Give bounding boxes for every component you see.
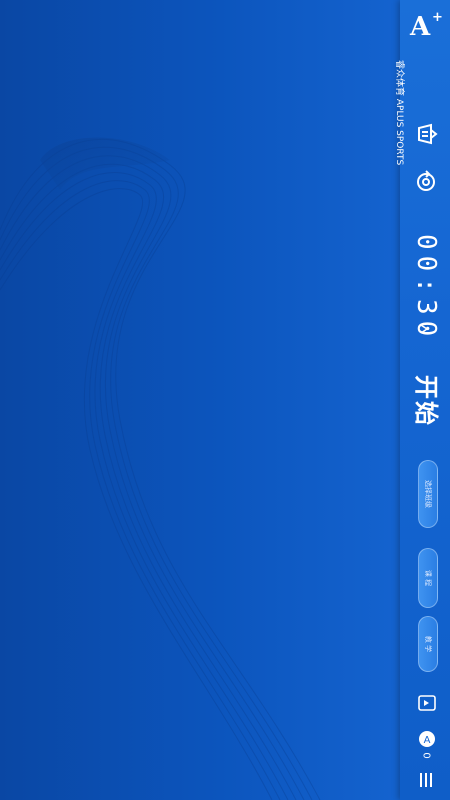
course-button[interactable]: 课 程 bbox=[418, 548, 438, 608]
select-class-label: 选择班级 bbox=[424, 480, 432, 508]
svg-text:A: A bbox=[424, 735, 431, 746]
select-class-button[interactable]: 选择班级 bbox=[418, 460, 438, 528]
logo-subtext: 睿众体育 APLUS SPORTS bbox=[394, 60, 404, 166]
menu-icon bbox=[420, 773, 432, 787]
user-count-badge[interactable]: A bbox=[418, 730, 436, 752]
user-icon: A bbox=[419, 731, 435, 747]
cart-icon bbox=[418, 123, 438, 145]
logo-plus: + bbox=[432, 10, 443, 25]
video-icon bbox=[418, 695, 436, 711]
wave-lines-decoration bbox=[0, 137, 321, 800]
timer-display[interactable]: 00:30 bbox=[411, 234, 441, 342]
course-label: 课 程 bbox=[423, 569, 432, 587]
teaching-label: 教 学 bbox=[423, 635, 432, 653]
video-button[interactable] bbox=[416, 692, 438, 718]
chevron-down-icon[interactable] bbox=[417, 322, 431, 340]
user-count: 0 bbox=[420, 752, 432, 759]
start-button[interactable]: 开始 bbox=[411, 364, 441, 438]
teaching-button[interactable]: 教 学 bbox=[418, 616, 438, 672]
menu-button[interactable] bbox=[416, 770, 436, 794]
brand-logo: A + 睿众体育 APLUS SPORTS bbox=[394, 10, 446, 165]
shop-cart-button[interactable] bbox=[410, 118, 442, 150]
refresh-button[interactable] bbox=[410, 166, 442, 198]
logo-mark: A bbox=[410, 12, 431, 42]
background-wave-panel bbox=[0, 0, 400, 800]
refresh-icon bbox=[417, 170, 435, 191]
